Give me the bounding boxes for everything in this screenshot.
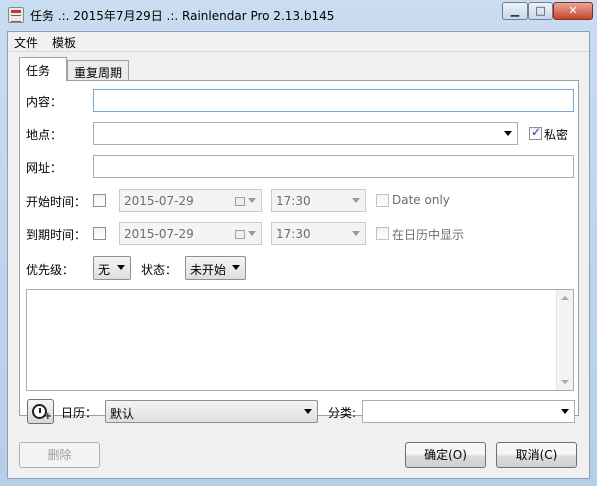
chevron-down-icon bbox=[304, 409, 312, 414]
category-combo[interactable] bbox=[362, 400, 575, 423]
location-combo[interactable] bbox=[93, 122, 518, 145]
priority-label: 优先级： bbox=[26, 263, 75, 277]
calendar-select[interactable]: 默认 bbox=[105, 400, 318, 423]
due-time-value: 17:30 bbox=[276, 227, 311, 241]
cancel-button[interactable]: 取消(C) bbox=[496, 442, 577, 468]
chevron-down-icon bbox=[232, 265, 240, 270]
calendar-icon bbox=[235, 230, 245, 239]
minimize-button[interactable]: ▁ bbox=[502, 2, 528, 20]
minimize-icon: ▁ bbox=[510, 4, 520, 17]
start-time-picker[interactable]: 17:30 bbox=[271, 189, 366, 212]
menu-file[interactable]: 文件 bbox=[14, 34, 38, 51]
chevron-down-icon bbox=[504, 131, 512, 136]
plus-icon: + bbox=[43, 411, 52, 422]
start-date-picker[interactable]: 2015-07-29 bbox=[119, 189, 262, 212]
start-time-value: 17:30 bbox=[276, 194, 311, 208]
app-icon bbox=[8, 7, 24, 23]
date-only-checkbox[interactable] bbox=[376, 194, 389, 207]
delete-button[interactable]: 删除 bbox=[19, 442, 100, 468]
close-button[interactable]: ✕ bbox=[553, 2, 593, 20]
chevron-down-icon bbox=[248, 231, 256, 236]
scroll-up-icon[interactable] bbox=[561, 296, 569, 300]
category-label: 分类: bbox=[328, 406, 357, 420]
alarm-button[interactable]: + bbox=[27, 399, 54, 424]
scroll-down-icon[interactable] bbox=[561, 380, 569, 384]
maximize-button[interactable]: □ bbox=[528, 2, 553, 20]
menu-bar: 文件 模板 bbox=[8, 32, 589, 52]
title-bar[interactable]: 任务 .:. 2015年7月29日 .:. Rainlendar Pro 2.1… bbox=[0, 0, 597, 30]
content-input[interactable] bbox=[93, 89, 574, 112]
dialog-client: 文件 模板 任务 重复周期 内容： 地点： 私密 网址： 开始时间： 2015-… bbox=[7, 31, 590, 479]
window-title: 任务 .:. 2015年7月29日 .:. Rainlendar Pro 2.1… bbox=[30, 9, 335, 23]
tab-task[interactable]: 任务 bbox=[19, 57, 67, 81]
calendar-value: 默认 bbox=[110, 407, 135, 421]
status-label: 状态： bbox=[141, 263, 178, 277]
start-label: 开始时间： bbox=[26, 195, 87, 209]
date-only-label: Date only bbox=[392, 193, 450, 207]
due-time-picker[interactable]: 17:30 bbox=[271, 222, 366, 245]
url-label: 网址： bbox=[26, 161, 63, 175]
menu-template[interactable]: 模板 bbox=[52, 34, 76, 51]
content-label: 内容： bbox=[26, 95, 63, 109]
show-in-calendar-label: 在日历中显示 bbox=[392, 228, 465, 242]
calendar-label: 日历： bbox=[61, 406, 98, 420]
priority-value: 无 bbox=[98, 263, 111, 277]
maximize-icon: □ bbox=[535, 4, 546, 17]
url-input[interactable] bbox=[93, 155, 574, 178]
status-value: 未开始 bbox=[190, 263, 227, 277]
close-icon: ✕ bbox=[568, 4, 578, 17]
tab-repeat[interactable]: 重复周期 bbox=[67, 60, 129, 80]
calendar-icon bbox=[235, 197, 245, 206]
notes-textarea[interactable] bbox=[26, 289, 574, 391]
chevron-down-icon bbox=[248, 198, 256, 203]
task-panel: 内容： 地点： 私密 网址： 开始时间： 2015-07-29 17:30 bbox=[19, 80, 579, 424]
due-date-value: 2015-07-29 bbox=[124, 227, 194, 241]
due-label: 到期时间： bbox=[26, 228, 87, 242]
start-checkbox[interactable] bbox=[93, 194, 106, 207]
priority-select[interactable]: 无 bbox=[93, 256, 131, 280]
private-checkbox[interactable] bbox=[529, 125, 542, 140]
status-select[interactable]: 未开始 bbox=[185, 256, 246, 280]
private-label: 私密 bbox=[544, 128, 569, 142]
show-in-calendar-checkbox[interactable] bbox=[376, 227, 389, 240]
chevron-down-icon bbox=[561, 409, 569, 414]
chevron-down-icon bbox=[352, 198, 360, 203]
location-label: 地点： bbox=[26, 128, 63, 142]
start-date-value: 2015-07-29 bbox=[124, 194, 194, 208]
chevron-down-icon bbox=[352, 231, 360, 236]
due-date-picker[interactable]: 2015-07-29 bbox=[119, 222, 262, 245]
notes-scrollbar[interactable] bbox=[556, 290, 573, 390]
chevron-down-icon bbox=[117, 265, 125, 270]
ok-button[interactable]: 确定(O) bbox=[405, 442, 486, 468]
due-checkbox[interactable] bbox=[93, 227, 106, 240]
